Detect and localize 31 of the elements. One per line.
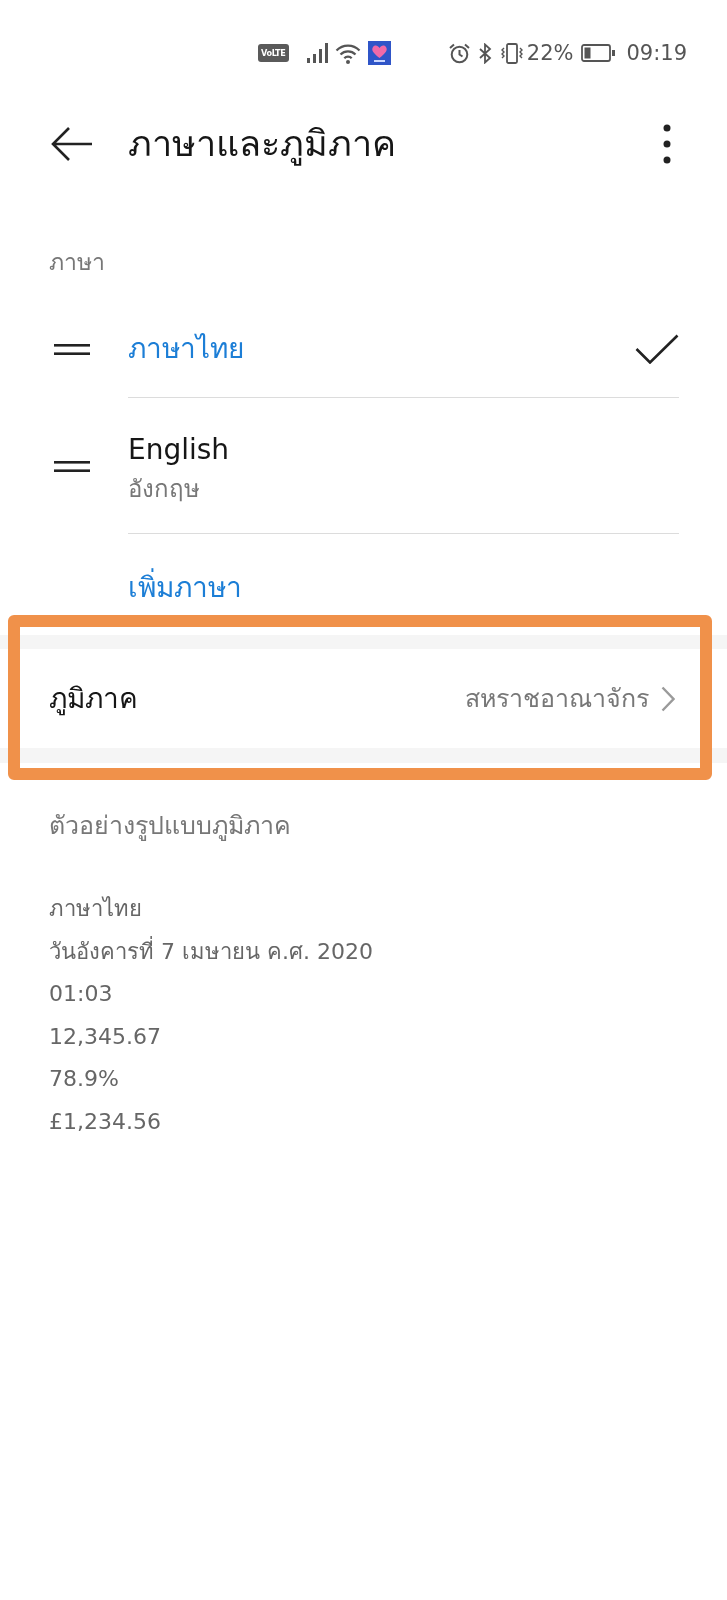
region-row[interactable]: ภูมิภาค สหราชอาณาจักร (0, 649, 727, 748)
format-example-line: 12,345.67 (49, 1022, 161, 1051)
signal-icon (306, 43, 328, 63)
page-title: ภาษาและภูมิภาค (128, 122, 396, 168)
drag-handle-icon[interactable] (54, 343, 90, 355)
add-language-link[interactable]: เพิ่มภาษา (128, 567, 242, 608)
format-example-line: £1,234.56 (49, 1107, 161, 1136)
bluetooth-icon (477, 42, 493, 64)
back-arrow-icon (51, 126, 93, 162)
more-options-icon (663, 124, 671, 164)
language-section-heading: ภาษา (49, 248, 105, 277)
format-example-heading: ตัวอย่างรูปแบบภูมิภาค (49, 810, 291, 843)
format-example-line: ภาษาไทย (49, 895, 142, 923)
clock-time: 09:19 (626, 40, 687, 66)
format-example-line: วันอังคารที่ 7 เมษายน ค.ศ. 2020 (49, 935, 373, 966)
language-native-name: อังกฤษ (128, 474, 200, 505)
heart-tile-icon (367, 41, 391, 65)
region-value: สหราชอาณาจักร (465, 682, 649, 715)
battery-icon (581, 44, 616, 62)
language-name[interactable]: English (128, 430, 230, 470)
format-example-line: 78.9% (49, 1065, 119, 1094)
drag-handle-icon[interactable] (54, 460, 90, 472)
alarm-clock-icon (448, 42, 470, 64)
chevron-right-icon (661, 685, 675, 712)
language-name[interactable]: ภาษาไทย (128, 328, 244, 369)
format-example-line: 01:03 (49, 980, 113, 1009)
region-label: ภูมิภาค (49, 680, 138, 718)
battery-percentage: 22% (526, 40, 574, 66)
volte-indicator: VoLTE (258, 44, 289, 62)
vibrate-icon (500, 42, 523, 64)
wifi-icon (334, 42, 361, 64)
